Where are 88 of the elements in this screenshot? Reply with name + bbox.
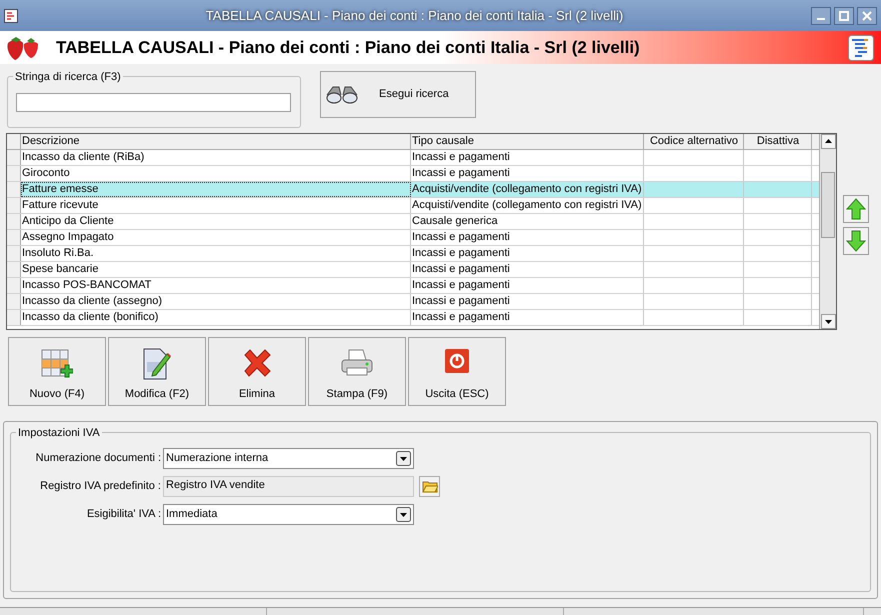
table-row[interactable]: Incasso POS-BANCOMAT Incassi e pagamenti xyxy=(7,278,819,294)
toolbar-button[interactable]: Elimina xyxy=(208,337,306,406)
close-button[interactable] xyxy=(857,6,877,24)
search-label: Stringa di ricerca (F3) xyxy=(13,69,123,86)
folder-icon xyxy=(422,479,438,493)
table-add-icon xyxy=(41,348,73,380)
table-row[interactable]: Spese bancarie Incassi e pagamenti xyxy=(7,262,819,278)
toolbar-button[interactable]: Uscita (ESC) xyxy=(408,337,506,406)
field-label: Registro IVA predefinito : xyxy=(39,478,162,494)
table-cell: Fatture ricevute xyxy=(21,198,411,213)
table-cell: Incassi e pagamenti xyxy=(411,166,644,181)
minimize-button[interactable] xyxy=(811,6,831,24)
table-cell: Spese bancarie xyxy=(21,262,411,277)
list-tree-icon xyxy=(848,34,874,60)
row-header[interactable] xyxy=(7,310,21,325)
printer-icon xyxy=(340,348,374,378)
toolbar-button[interactable]: Modifica (F2) xyxy=(108,337,206,406)
toolbar-button[interactable]: Nuovo (F4) xyxy=(8,337,106,406)
table-cell: Incassi e pagamenti xyxy=(411,278,644,293)
table-cell: Insoluto Ri.Ba. xyxy=(21,246,411,261)
search-field[interactable] xyxy=(16,93,291,112)
table-cell: Assegno Impagato xyxy=(21,230,411,245)
close-icon xyxy=(862,10,872,20)
table-cell: Incassi e pagamenti xyxy=(411,294,644,309)
table-row[interactable]: Incasso da cliente (assegno) Incassi e pagamenti xyxy=(7,294,819,310)
table-cell: Causale generica xyxy=(411,214,644,229)
column-header[interactable]: Disattiva xyxy=(744,134,812,149)
browse-button[interactable] xyxy=(419,476,440,496)
table-cell: Incasso POS-BANCOMAT xyxy=(21,278,411,293)
table-cell: Acquisti/vendite (collegamento con registri IVA) xyxy=(411,198,644,213)
toolbar-button[interactable]: Stampa (F9) xyxy=(308,337,406,406)
arrow-down-icon xyxy=(846,230,866,252)
row-header[interactable] xyxy=(7,278,21,293)
table-cell: Incassi e pagamenti xyxy=(411,230,644,245)
table-row[interactable]: Incasso da cliente (bonifico) Incassi e pagamenti xyxy=(7,310,819,326)
row-header[interactable] xyxy=(7,262,21,277)
move-up-button[interactable] xyxy=(843,195,869,223)
row-header[interactable] xyxy=(7,230,21,245)
header-title: TABELLA CAUSALI - Piano dei conti : Piano dei conti Italia - Srl (2 livelli) xyxy=(56,36,641,59)
minimize-icon xyxy=(816,18,826,20)
table-row[interactable]: Incasso da cliente (RiBa) Incassi e pagamenti xyxy=(7,150,819,166)
table-cell: Incassi e pagamenti xyxy=(411,262,644,277)
maximize-button[interactable] xyxy=(834,6,854,24)
table-row[interactable]: Assegno Impagato Incassi e pagamenti xyxy=(7,230,819,246)
window-title: TABELLA CAUSALI - Piano dei conti : Piano dei conti Italia - Srl (2 livelli) xyxy=(204,6,624,25)
column-header[interactable]: Tipo causale xyxy=(411,134,644,149)
dropdown-field[interactable]: Immediata xyxy=(163,504,414,524)
table-row[interactable]: Fatture emesse Acquisti/vendite (collegamento con registri IVA) xyxy=(7,182,819,198)
app-icon xyxy=(4,8,18,22)
power-icon xyxy=(444,348,470,374)
table-cell: Incassi e pagamenti xyxy=(411,246,644,261)
table-row[interactable]: Anticipo da Cliente Causale generica xyxy=(7,214,819,230)
dropdown-field[interactable]: Numerazione interna xyxy=(163,448,414,468)
binoculars-icon xyxy=(325,84,359,104)
field-label: Numerazione documenti : xyxy=(34,450,162,466)
row-header[interactable] xyxy=(7,182,21,197)
document-pencil-icon xyxy=(143,348,171,380)
table-cell: Acquisti/vendite (collegamento con registri IVA) xyxy=(411,182,644,197)
x-icon xyxy=(242,348,272,378)
search-button[interactable]: Esegui ricerca xyxy=(320,71,476,118)
field-label: Esigibilita' IVA : xyxy=(86,506,162,522)
table-cell: Incasso da cliente (assegno) xyxy=(21,294,411,309)
table-cell: Giroconto xyxy=(21,166,411,181)
table-row[interactable]: Insoluto Ri.Ba. Incassi e pagamenti xyxy=(7,246,819,262)
table-cell: Incassi e pagamenti xyxy=(411,150,644,165)
table-row[interactable]: Giroconto Incassi e pagamenti xyxy=(7,166,819,182)
table-cell: Anticipo da Cliente xyxy=(21,214,411,229)
row-header[interactable] xyxy=(7,246,21,261)
table-row[interactable]: Fatture ricevute Acquisti/vendite (collegamento con registri IVA) xyxy=(7,198,819,214)
row-header[interactable] xyxy=(7,166,21,181)
scrollbar[interactable] xyxy=(819,134,836,329)
table-cell: Incasso da cliente (RiBa) xyxy=(21,150,411,165)
table-cell: Incasso da cliente (bonifico) xyxy=(21,310,411,325)
field-value: Registro IVA vendite xyxy=(165,478,265,492)
row-header[interactable] xyxy=(7,294,21,309)
maximize-icon xyxy=(839,10,849,20)
field-value: Immediata xyxy=(165,506,218,522)
column-header[interactable]: Codice alternativo xyxy=(644,134,744,149)
row-header[interactable] xyxy=(7,150,21,165)
table-cell: Fatture emesse xyxy=(21,182,411,197)
row-header[interactable] xyxy=(7,214,21,229)
arrow-up-icon xyxy=(846,198,866,220)
table-cell: Incassi e pagamenti xyxy=(411,310,644,325)
move-down-button[interactable] xyxy=(843,227,869,255)
row-header[interactable] xyxy=(7,198,21,213)
column-header[interactable]: Descrizione xyxy=(21,134,411,149)
iva-group-title: Impostazioni IVA xyxy=(16,425,102,442)
field-value: Numerazione interna xyxy=(165,450,268,466)
